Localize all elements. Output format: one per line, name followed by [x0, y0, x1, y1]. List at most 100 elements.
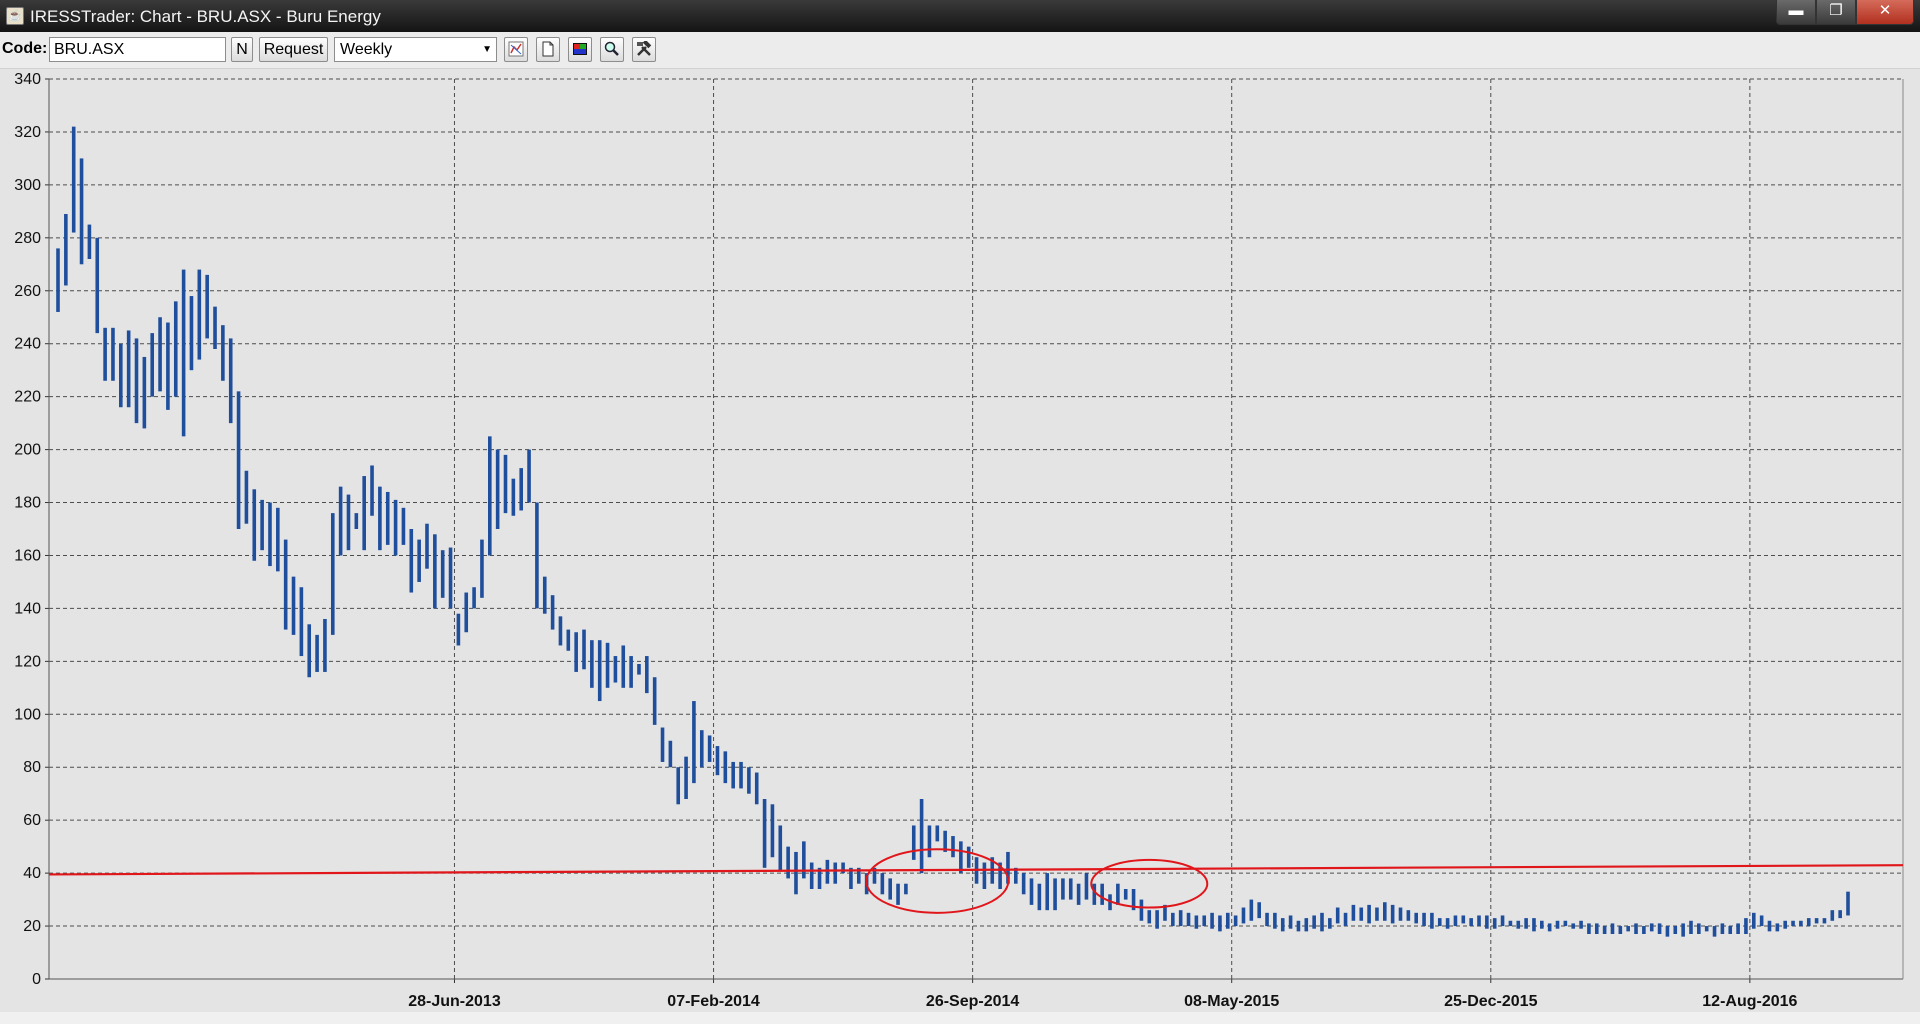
price-bar	[126, 330, 131, 408]
price-bar	[354, 513, 359, 529]
zoom-icon	[604, 41, 619, 56]
price-bar	[1563, 920, 1568, 927]
price-bar	[166, 322, 170, 410]
zoom-button[interactable]	[600, 37, 624, 62]
price-bar	[495, 449, 500, 529]
price-bar	[228, 338, 233, 424]
x-tick-label: 08-May-2015	[1184, 993, 1279, 1010]
price-bar	[637, 664, 641, 675]
price-bar	[1540, 920, 1544, 929]
price-bar	[1791, 920, 1795, 927]
price-bar	[1076, 883, 1081, 905]
price-bar	[558, 616, 563, 646]
request-button[interactable]: Request	[259, 37, 328, 62]
price-bar	[299, 587, 304, 657]
price-bar	[1241, 907, 1246, 924]
price-bar	[1532, 918, 1536, 932]
price-bar	[323, 619, 327, 672]
y-tick-label: 320	[14, 124, 41, 141]
price-chart[interactable]: 0 20 40 60 80 100 120 140 160 180 200 220 240 260 280 3…	[0, 69, 1920, 1012]
price-bar	[1147, 910, 1152, 924]
price-bar	[927, 825, 932, 858]
price-bar	[283, 539, 288, 630]
tools-button[interactable]	[632, 37, 656, 62]
colors-button[interactable]	[568, 37, 592, 62]
price-bar	[1280, 918, 1285, 932]
price-bar	[1171, 912, 1175, 927]
price-bar	[645, 656, 649, 694]
price-bar	[1225, 912, 1230, 929]
y-tick-label: 260	[14, 283, 41, 300]
code-input[interactable]	[49, 37, 226, 62]
price-bar	[1469, 918, 1473, 927]
price-bar	[1430, 912, 1434, 929]
price-bar	[1116, 883, 1120, 905]
price-bar	[888, 878, 892, 900]
price-bar	[613, 656, 618, 683]
price-bar	[1382, 902, 1387, 921]
price-bar	[173, 301, 178, 397]
price-bar	[315, 634, 319, 672]
chart-properties-button[interactable]	[504, 37, 528, 62]
price-bar	[1799, 920, 1803, 927]
price-bar	[1814, 918, 1819, 924]
maximize-button[interactable]: ❐	[1816, 0, 1856, 25]
price-bar	[1406, 910, 1411, 921]
price-bar	[668, 740, 673, 768]
close-button[interactable]: ✕	[1856, 0, 1914, 25]
price-bar	[1249, 899, 1254, 921]
price-bar	[1273, 912, 1277, 929]
price-bar	[1398, 907, 1403, 921]
price-bar	[1202, 915, 1207, 927]
price-bar	[1649, 923, 1654, 932]
page-button[interactable]	[536, 37, 560, 62]
price-bar	[378, 486, 382, 551]
price-bar	[660, 727, 665, 762]
price-bar	[425, 523, 429, 569]
price-bar	[825, 859, 830, 884]
price-bar	[142, 356, 147, 429]
price-bar	[629, 656, 633, 688]
price-bar	[715, 746, 720, 776]
price-bar	[448, 547, 453, 609]
period-select[interactable]: Weekly ▼	[334, 37, 497, 62]
price-bar	[794, 851, 798, 895]
price-bar	[676, 767, 681, 805]
price-bar	[1704, 926, 1709, 932]
price-bar	[1343, 912, 1348, 927]
y-tick-label: 80	[23, 759, 41, 776]
price-bar	[519, 468, 524, 511]
price-bar	[762, 799, 767, 868]
price-bar	[385, 491, 390, 545]
chart-area[interactable]: 0 20 40 60 80 100 120 140 160 180 200 220 240 260 280 3…	[0, 69, 1920, 1012]
price-bar	[1751, 912, 1756, 929]
price-bar	[393, 499, 398, 556]
price-bar	[1492, 918, 1497, 929]
y-tick-label: 220	[14, 389, 41, 406]
price-bar	[1657, 923, 1662, 934]
price-bar	[770, 804, 775, 858]
price-bar	[833, 862, 838, 884]
price-bar	[652, 677, 657, 725]
minimize-button[interactable]: ▬	[1776, 0, 1816, 25]
price-bar	[1783, 920, 1787, 929]
price-bar	[1445, 918, 1450, 929]
x-tick-label: 28-Jun-2013	[408, 993, 501, 1010]
price-bar	[919, 799, 924, 874]
price-bar	[880, 873, 885, 895]
price-bar	[1312, 915, 1316, 929]
price-bar	[1759, 915, 1764, 927]
n-button[interactable]: N	[231, 37, 253, 62]
price-bar	[1555, 920, 1560, 929]
y-tick-label: 160	[14, 547, 41, 564]
price-bar	[535, 502, 539, 609]
price-bar	[566, 629, 571, 651]
y-tick-label: 240	[14, 336, 41, 353]
price-bar	[1846, 891, 1850, 916]
price-bar	[550, 595, 555, 630]
price-bar	[1367, 904, 1371, 924]
java-app-icon: ☕	[6, 7, 24, 25]
y-tick-label: 40	[23, 865, 41, 882]
price-bar	[896, 883, 900, 905]
price-bar	[1618, 926, 1623, 934]
